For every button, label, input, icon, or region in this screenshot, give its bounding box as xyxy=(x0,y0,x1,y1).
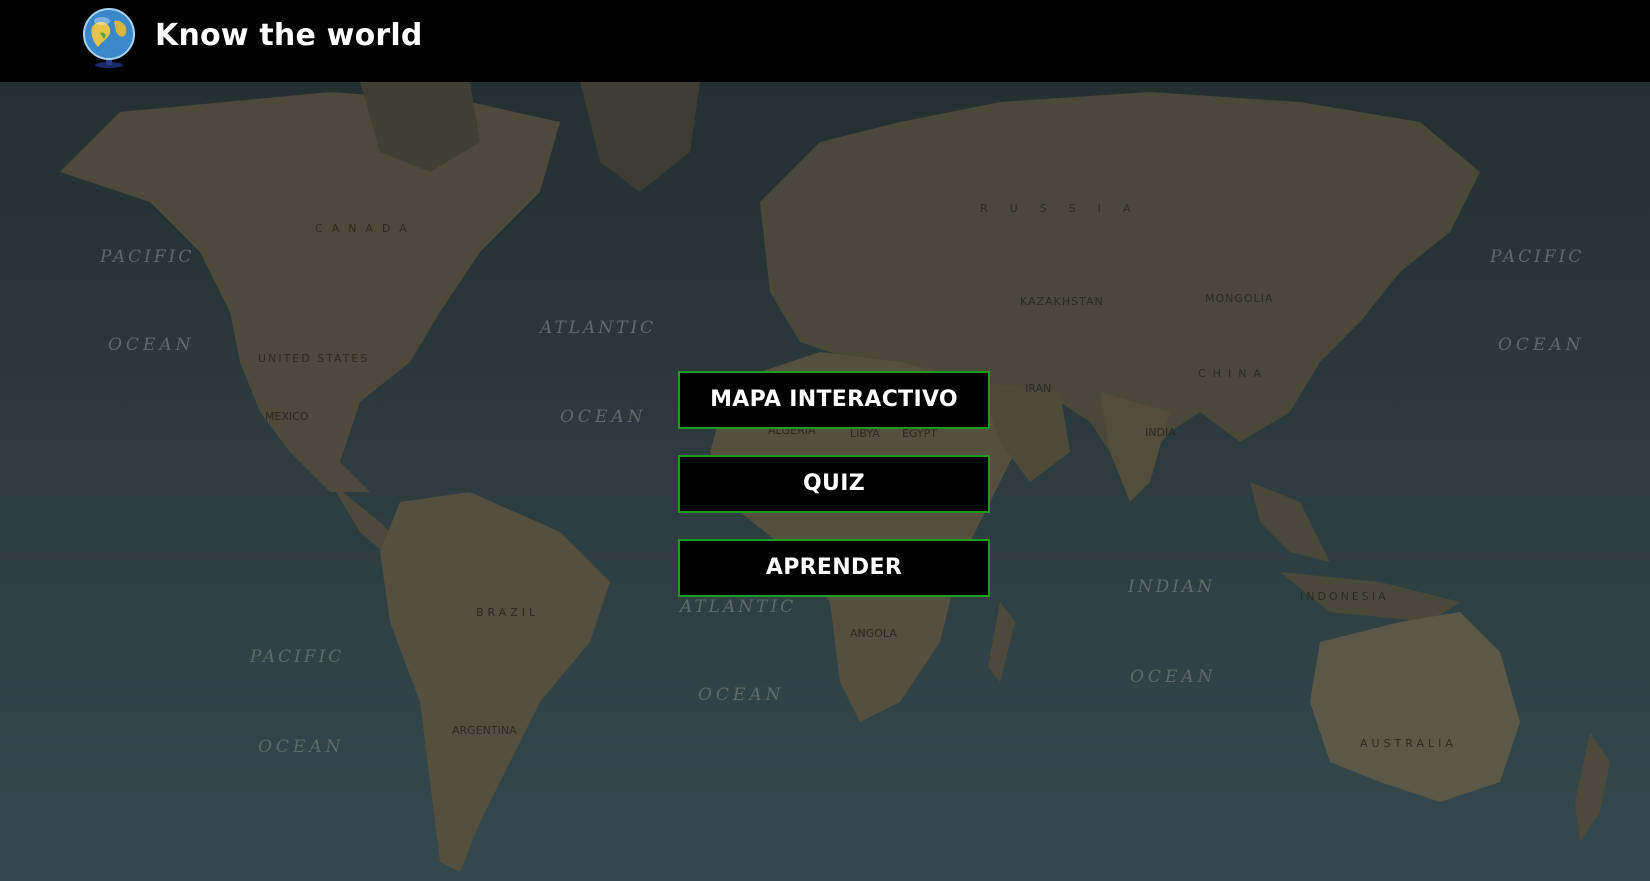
ocean-label: OCEAN xyxy=(258,737,345,757)
quiz-button[interactable]: QUIZ xyxy=(678,455,990,513)
top-bar: Know the world xyxy=(0,0,1650,82)
ocean-label: OCEAN xyxy=(698,685,785,705)
ocean-label: INDIAN xyxy=(1127,577,1215,597)
country-label: UNITED STATES xyxy=(258,352,369,365)
ocean-label: ATLANTIC xyxy=(538,318,656,338)
country-label: CANADA xyxy=(315,222,416,235)
ocean-label: PACIFIC xyxy=(249,647,344,667)
ocean-label: PACIFIC xyxy=(99,247,194,267)
country-label: RUSSIA xyxy=(980,202,1152,215)
country-label: BRAZIL xyxy=(476,606,539,619)
country-label: INDONESIA xyxy=(1300,590,1389,603)
country-label: AUSTRALIA xyxy=(1360,737,1457,750)
ocean-label: OCEAN xyxy=(1130,667,1217,687)
country-label: INDIA xyxy=(1145,426,1176,439)
main-menu: MAPA INTERACTIVO QUIZ APRENDER xyxy=(678,371,990,623)
globe-icon[interactable] xyxy=(80,7,138,69)
country-label: MONGOLIA xyxy=(1205,292,1273,305)
country-label: ARGENTINA xyxy=(452,724,517,737)
interactive-map-button[interactable]: MAPA INTERACTIVO xyxy=(678,371,990,429)
app-title: Know the world xyxy=(155,18,423,53)
ocean-label: PACIFIC xyxy=(1489,247,1584,267)
country-label: ANGOLA xyxy=(850,627,897,640)
country-label: CHINA xyxy=(1198,367,1268,380)
country-label: IRAN xyxy=(1025,382,1051,395)
ocean-label: OCEAN xyxy=(560,407,647,427)
country-label: MEXICO xyxy=(265,410,309,423)
country-label: KAZAKHSTAN xyxy=(1020,295,1104,308)
ocean-label: OCEAN xyxy=(1498,335,1585,355)
ocean-label: OCEAN xyxy=(108,335,195,355)
learn-button[interactable]: APRENDER xyxy=(678,539,990,597)
